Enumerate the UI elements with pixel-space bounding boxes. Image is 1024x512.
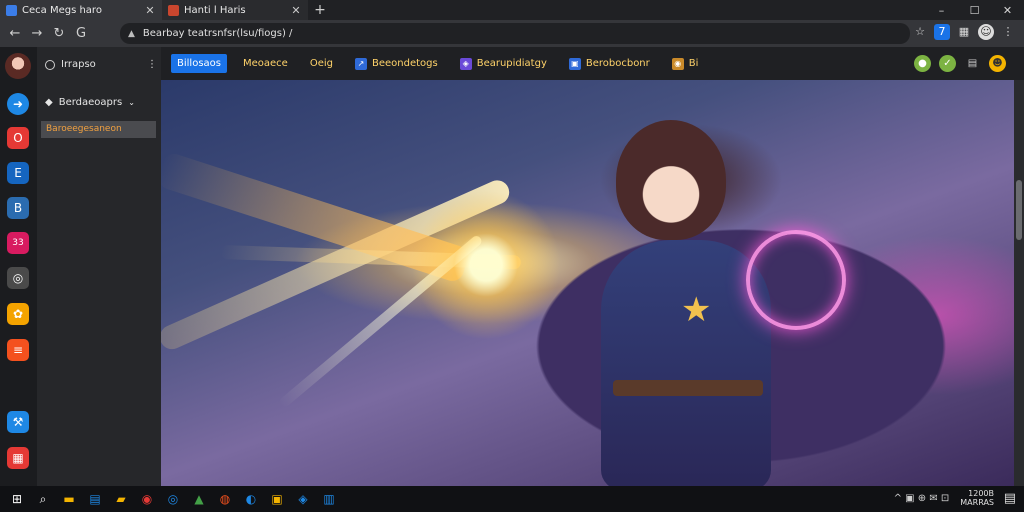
app-rail: ➜ O E B 33 ◎ ✿ ≡ ⚒ ▦ <box>0 47 37 486</box>
bookmark-item[interactable]: ↗ Beeondetogs <box>349 54 444 73</box>
bookmark-label: Bi <box>688 58 699 69</box>
edge-taskbar-icon[interactable]: ◎ <box>162 490 184 508</box>
menu-icon[interactable]: ⋮ <box>1000 24 1016 40</box>
bookmark-favicon-icon: ◈ <box>459 57 472 70</box>
extension-icon[interactable]: 7 <box>934 24 950 40</box>
tab-favicon-icon <box>168 4 179 16</box>
chrome-icon[interactable]: ◉ <box>136 490 158 508</box>
app-taskbar-icon[interactable]: ◐ <box>240 490 262 508</box>
bookmark-item[interactable]: ▣ Berobocbonr <box>563 54 656 73</box>
back-icon[interactable]: ← <box>4 26 26 41</box>
diamond-icon: ◆ <box>45 97 53 108</box>
bookmark-label: Meoaece <box>242 58 288 69</box>
notes-icon[interactable]: ≡ <box>7 339 29 361</box>
tab-strip: Ceca Megs haro ✕ Hanti l Haris ✕ + – ☐ ✕ <box>0 0 1024 20</box>
bookmark-item[interactable]: ◉ Bi <box>666 54 705 73</box>
profile-row[interactable]: Irrapso ⋮ <box>45 59 157 70</box>
office-icon[interactable]: O <box>7 127 29 149</box>
section-header[interactable]: ◆ Berdaeoaprs ⌄ <box>45 97 157 108</box>
star-pendant-icon: ★ <box>681 290 712 330</box>
tray-icons[interactable]: ^ ▣ ⊕ ✉ ⊡ <box>894 493 950 504</box>
character-head <box>616 120 726 240</box>
tab-close-icon[interactable]: ✕ <box>144 4 156 17</box>
folder-icon[interactable]: ▰ <box>110 490 132 508</box>
golden-magic-glow <box>411 190 561 340</box>
window-icon[interactable]: ▤ <box>84 490 106 508</box>
store-taskbar-icon[interactable]: ▲ <box>188 490 210 508</box>
pink-magic-sigil <box>746 230 846 330</box>
bookmark-label: Berobocbonr <box>585 58 650 69</box>
address-bar[interactable]: ▲ Bearbay teatrsnfsr(lsu/fiogs) / <box>120 23 910 44</box>
clock-date: MARRAS <box>960 498 994 507</box>
side-panel: Irrapso ⋮ ◆ Berdaeoaprs ⌄ Baroeegesaneon <box>37 47 161 486</box>
chevron-down-icon[interactable]: ⌄ <box>128 98 135 107</box>
photos-taskbar-icon[interactable]: ▣ <box>266 490 288 508</box>
browser-taskbar-icon[interactable]: ◍ <box>214 490 236 508</box>
close-window-button[interactable]: ✕ <box>991 4 1024 17</box>
bookmark-label: Bearupidiatgy <box>476 58 547 69</box>
bookmark-item[interactable]: Meoaece <box>237 54 294 73</box>
address-url: Bearbay teatrsnfsr(lsu/fiogs) / <box>142 28 293 39</box>
arrow-icon[interactable]: ➜ <box>7 93 29 115</box>
tab-title: Ceca Megs haro <box>22 4 102 16</box>
lock-icon: ▲ <box>128 28 135 39</box>
sidebar-selected-item[interactable]: Baroeegesaneon <box>41 121 156 138</box>
grid-icon[interactable]: ▤ <box>964 55 981 72</box>
edge-icon[interactable]: E <box>7 162 29 184</box>
character-belt <box>613 380 763 396</box>
media-taskbar-icon[interactable]: ◈ <box>292 490 314 508</box>
calendar-icon[interactable]: 33 <box>7 232 29 254</box>
mail-taskbar-icon[interactable]: ▥ <box>318 490 340 508</box>
bookmark-star-icon[interactable]: ☆ <box>912 24 928 40</box>
green-circle-icon[interactable]: ● <box>914 55 931 72</box>
reload-icon[interactable]: ↻ <box>48 26 70 41</box>
chat-icon[interactable]: ◎ <box>7 267 29 289</box>
new-tab-button[interactable]: + <box>308 2 332 18</box>
tab-title: Hanti l Haris <box>184 4 246 16</box>
bookmark-label: Oeig <box>309 58 333 69</box>
check-circle-icon[interactable]: ✓ <box>939 55 956 72</box>
file-explorer-icon[interactable]: ▬ <box>58 490 80 508</box>
scrollbar-thumb[interactable] <box>1016 180 1022 240</box>
bookmark-favicon-icon: ◉ <box>671 57 684 70</box>
forward-icon[interactable]: → <box>26 26 48 41</box>
tab-active[interactable]: Ceca Megs haro ✕ <box>0 0 162 20</box>
tools-icon[interactable]: ⚒ <box>7 411 29 433</box>
hero-artwork: ★ <box>161 80 1024 486</box>
bookmark-label: Beeondetogs <box>371 58 438 69</box>
bookmarks-bar: Billosaos Meoaece Oeig ↗ Beeondetogs ◈ B… <box>161 47 1024 80</box>
system-tray: ^ ▣ ⊕ ✉ ⊡ 1200B MARRAS <box>894 489 994 507</box>
bookmark-favicon-icon: ↗ <box>354 57 367 70</box>
windows-start-icon[interactable]: ⊞ <box>6 490 28 508</box>
notification-icon[interactable]: ▤ <box>1004 491 1016 506</box>
taskbar: ⊞ ⌕ ▬ ▤ ▰ ◉ ◎ ▲ ◍ ◐ ▣ ◈ ▥ ^ ▣ ⊕ ✉ ⊡ 1200… <box>0 486 1024 512</box>
clock-time: 1200B <box>968 489 994 498</box>
status-dot-icon <box>45 59 55 70</box>
clock[interactable]: 1200B MARRAS <box>960 489 994 507</box>
scrollbar[interactable] <box>1014 80 1024 486</box>
tab-close-icon[interactable]: ✕ <box>290 4 302 17</box>
maximize-button[interactable]: ☐ <box>958 4 991 17</box>
more-icon[interactable]: ⋮ <box>147 59 157 70</box>
photos-icon[interactable]: ▦ <box>7 447 29 469</box>
minimize-button[interactable]: – <box>925 4 958 17</box>
smiley-icon[interactable]: ☻ <box>989 55 1006 72</box>
google-icon[interactable]: G <box>70 26 92 41</box>
avatar[interactable] <box>5 53 31 79</box>
gear-icon[interactable]: ✿ <box>7 303 29 325</box>
bookmark-item[interactable]: Billosaos <box>171 54 227 73</box>
browser-toolbar: ← → ↻ G ▲ Bearbay teatrsnfsr(lsu/fiogs) … <box>0 20 1024 47</box>
profile-icon[interactable]: ☺ <box>978 24 994 40</box>
tab-favicon-icon <box>6 4 17 16</box>
bookmark-item[interactable]: ◈ Bearupidiatgy <box>454 54 553 73</box>
section-label: Berdaeoaprs <box>58 97 123 108</box>
bookmark-label: Billosaos <box>177 58 221 69</box>
bookmark-favicon-icon: ▣ <box>568 57 581 70</box>
search-icon[interactable]: ⌕ <box>32 490 54 508</box>
bookmark-item[interactable]: Oeig <box>304 54 339 73</box>
store-icon[interactable]: B <box>7 197 29 219</box>
qr-icon[interactable]: ▦ <box>956 24 972 40</box>
profile-label: Irrapso <box>61 59 96 70</box>
tab-inactive[interactable]: Hanti l Haris ✕ <box>162 0 308 20</box>
